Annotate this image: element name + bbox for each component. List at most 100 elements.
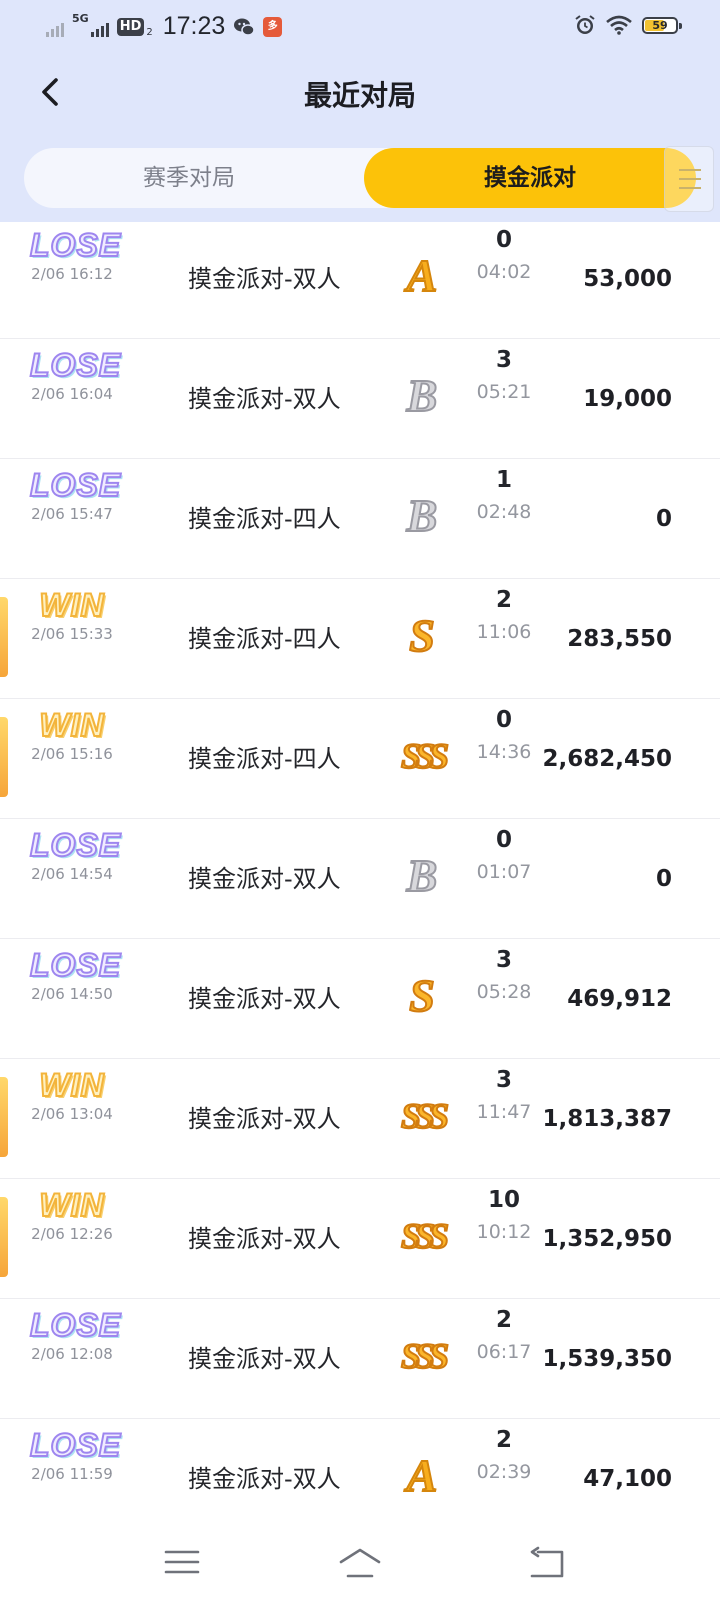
match-time: 2/06 15:47 [31, 505, 113, 523]
match-time: 2/06 11:59 [31, 1465, 113, 1483]
match-mode: 摸金派对-双人 [188, 265, 341, 293]
back-icon[interactable] [526, 1542, 570, 1582]
battery-level: 59 [652, 18, 668, 32]
match-score: 283,550 [567, 626, 672, 652]
tab-season-matches[interactable]: 赛季对局 [24, 148, 354, 208]
grade-badge: SSS [400, 735, 450, 777]
match-row[interactable]: WIN 2/06 15:16 摸金派对-四人 SSS 0 14:36 2,682… [0, 699, 720, 819]
grade-badge: SSS [400, 1095, 450, 1137]
match-row[interactable]: LOSE 2/06 16:04 摸金派对-双人 B 3 05:21 19,000 [0, 339, 720, 459]
match-duration: 05:28 [476, 981, 532, 1003]
match-duration: 04:02 [476, 261, 532, 283]
match-row[interactable]: WIN 2/06 12:26 摸金派对-双人 SSS 10 10:12 1,35… [0, 1179, 720, 1299]
result-badge: WIN [38, 1066, 105, 1104]
menu-icon[interactable] [160, 1542, 204, 1582]
status-time: 17:23 [162, 12, 226, 40]
match-count: 0 [495, 227, 512, 253]
grade-badge: A [406, 250, 439, 302]
match-duration: 10:12 [476, 1221, 532, 1243]
home-icon[interactable] [338, 1542, 382, 1582]
grade-badge: S [408, 970, 436, 1022]
match-mode: 摸金派对-双人 [188, 1465, 341, 1493]
result-badge: WIN [38, 1186, 105, 1224]
match-count: 1 [495, 467, 512, 493]
match-count: 3 [495, 1067, 512, 1093]
wifi-icon [606, 15, 632, 35]
match-score: 1,352,950 [542, 1226, 673, 1252]
match-count: 2 [495, 1307, 512, 1333]
match-score: 0 [655, 506, 672, 532]
result-badge: LOSE [29, 1426, 122, 1464]
result-badge: LOSE [29, 346, 122, 384]
grade-badge: S [408, 610, 436, 662]
match-row[interactable]: LOSE 2/06 11:59 摸金派对-双人 A 2 02:39 47,100 [0, 1419, 720, 1520]
grade-badge: SSS [400, 1215, 450, 1257]
match-mode: 摸金派对-双人 [188, 1105, 341, 1133]
tab-bar: 赛季对局 摸金派对 [24, 148, 696, 208]
match-time: 2/06 12:26 [31, 1225, 113, 1243]
match-time: 2/06 16:04 [31, 385, 113, 403]
match-score: 0 [655, 866, 672, 892]
match-mode: 摸金派对-四人 [188, 625, 341, 653]
match-score: 53,000 [583, 266, 672, 292]
match-row[interactable]: LOSE 2/06 14:50 摸金派对-双人 S 3 05:28 469,91… [0, 939, 720, 1059]
app-notification-icon: 多 [263, 16, 283, 37]
win-indicator [0, 1197, 8, 1277]
match-count: 0 [495, 707, 512, 733]
match-duration: 11:47 [476, 1101, 532, 1123]
match-score: 469,912 [567, 986, 672, 1012]
match-mode: 摸金派对-四人 [188, 745, 341, 773]
match-mode: 摸金派对-双人 [188, 985, 341, 1013]
match-time: 2/06 16:12 [31, 265, 113, 283]
match-time: 2/06 13:04 [31, 1105, 113, 1123]
match-score: 1,813,387 [542, 1106, 673, 1132]
result-badge: LOSE [29, 1306, 122, 1344]
win-indicator [0, 597, 8, 677]
match-row[interactable]: LOSE 2/06 12:08 摸金派对-双人 SSS 2 06:17 1,53… [0, 1299, 720, 1419]
match-time: 2/06 15:16 [31, 745, 113, 763]
drag-handle[interactable] [664, 146, 714, 212]
page-title: 最近对局 [303, 79, 416, 112]
match-time: 2/06 14:54 [31, 865, 113, 883]
match-row[interactable]: WIN 2/06 15:33 摸金派对-四人 S 2 11:06 283,550 [0, 579, 720, 699]
match-mode: 摸金派对-双人 [188, 385, 341, 413]
win-indicator [0, 717, 8, 797]
match-duration: 02:39 [476, 1461, 532, 1483]
hd-voice-icon: HD [116, 17, 145, 36]
grade-badge: B [406, 490, 439, 542]
match-score: 19,000 [583, 386, 672, 412]
wechat-icon [234, 18, 256, 36]
hd-voice-sub: 2 [146, 27, 153, 38]
match-mode: 摸金派对-双人 [188, 1225, 341, 1253]
grade-badge: SSS [400, 1335, 450, 1377]
signal-icon-sim1 [46, 17, 64, 37]
match-mode: 摸金派对-双人 [188, 865, 341, 893]
match-score: 2,682,450 [542, 746, 673, 772]
win-indicator [0, 1077, 8, 1157]
match-duration: 14:36 [476, 741, 532, 763]
match-mode: 摸金派对-四人 [188, 505, 341, 533]
match-row[interactable]: LOSE 2/06 15:47 摸金派对-四人 B 1 02:48 0 [0, 459, 720, 579]
match-count: 3 [495, 947, 512, 973]
match-duration: 11:06 [476, 621, 532, 643]
match-score: 47,100 [583, 1466, 672, 1492]
grade-badge: B [406, 370, 439, 422]
alarm-icon [575, 15, 595, 34]
match-score: 1,539,350 [542, 1346, 673, 1372]
grade-badge: B [406, 850, 439, 902]
result-badge: LOSE [29, 466, 122, 504]
match-row[interactable]: WIN 2/06 13:04 摸金派对-双人 SSS 3 11:47 1,813… [0, 1059, 720, 1179]
result-badge: WIN [38, 706, 105, 744]
grade-badge: A [406, 1450, 439, 1502]
tab-gold-party[interactable]: 摸金派对 [364, 148, 696, 208]
match-time: 2/06 14:50 [31, 985, 113, 1003]
match-count: 0 [495, 827, 512, 853]
match-row[interactable]: LOSE 2/06 16:12 摸金派对-双人 A 0 04:02 53,000 [0, 222, 720, 339]
match-list: LOSE 2/06 16:12 摸金派对-双人 A 0 04:02 53,000… [0, 222, 720, 1520]
match-time: 2/06 12:08 [31, 1345, 113, 1363]
result-badge: LOSE [29, 226, 122, 264]
match-row[interactable]: LOSE 2/06 14:54 摸金派对-双人 B 0 01:07 0 [0, 819, 720, 939]
match-duration: 05:21 [476, 381, 532, 403]
match-mode: 摸金派对-双人 [188, 1345, 341, 1373]
result-badge: LOSE [29, 826, 122, 864]
